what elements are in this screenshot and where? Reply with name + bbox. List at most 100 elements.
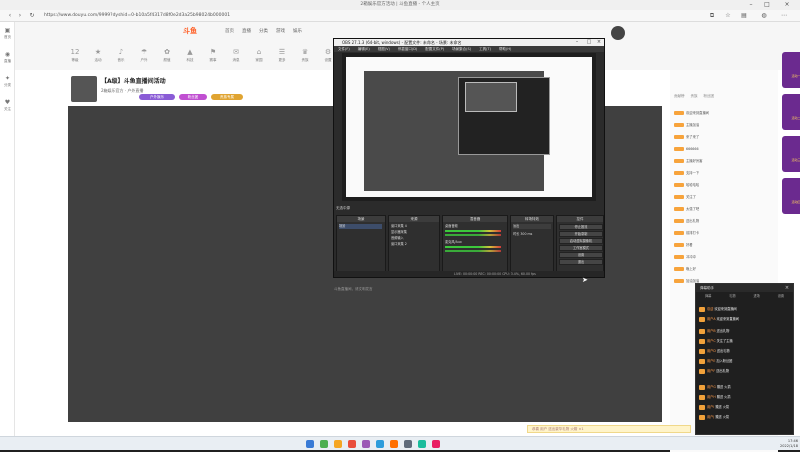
overlay-tab[interactable]: 礼物 xyxy=(729,292,735,300)
obs-menu-item[interactable]: 场景集合(S) xyxy=(452,46,471,52)
user-avatar[interactable] xyxy=(611,26,625,40)
maximize-icon[interactable]: □ xyxy=(760,1,774,9)
favorites-icon[interactable]: ☆ xyxy=(724,12,732,20)
topnav-item[interactable]: 娱乐 xyxy=(293,28,302,36)
source-item[interactable]: 音频输入 xyxy=(391,236,436,241)
obs-menu-item[interactable]: 配置文件(P) xyxy=(425,46,444,52)
promo-card[interactable]: 活动一 xyxy=(782,52,800,88)
exit-button[interactable]: 退出 xyxy=(559,259,603,265)
menu-icon[interactable]: ⋯ xyxy=(780,12,788,20)
obs-menu-item[interactable]: 停靠窗口(D) xyxy=(398,46,417,52)
promo-card[interactable]: 活动三 xyxy=(782,136,800,172)
topnav-item[interactable]: 直播 xyxy=(242,28,251,36)
sidebar-item-live[interactable]: ◉ 直播 xyxy=(1,50,14,66)
app-icon[interactable] xyxy=(432,440,440,448)
forward-icon[interactable]: › xyxy=(16,12,24,20)
dock-title: 来源 xyxy=(389,216,439,222)
edge-icon[interactable] xyxy=(334,440,342,448)
chat-line: 支持一下 xyxy=(674,170,774,176)
promo-card[interactable]: 活动二 xyxy=(782,94,800,130)
danmaku-overlay[interactable]: 弹幕助手 × 弹幕 礼物 进场 设置 欢迎 欢迎来到直播间 用户A 欢迎来到直播… xyxy=(695,283,794,435)
search-icon[interactable] xyxy=(320,440,328,448)
obs-window[interactable]: OBS 27.1.3 (64-bit, windows) - 配置文件: 未命名… xyxy=(333,38,605,278)
source-item[interactable]: 窗口采集 4 xyxy=(391,224,436,229)
sidebar-item-category[interactable]: ✦ 分类 xyxy=(1,74,14,90)
source-item[interactable]: 显示器采集 xyxy=(391,230,436,235)
minimize-icon[interactable]: – xyxy=(744,1,758,9)
room-meta: 2箱娱乐官方 · 户外直播 xyxy=(101,88,144,93)
close-icon[interactable]: × xyxy=(780,1,794,9)
site-logo[interactable]: 斗鱼 xyxy=(183,26,213,38)
obs-menu-item[interactable]: 视图(V) xyxy=(378,46,390,52)
obs-menu-item[interactable]: 帮助(H) xyxy=(499,46,511,52)
subnav-item[interactable]: ✉ 消息 xyxy=(226,46,246,68)
subnav-item[interactable]: ♛ 贵族 xyxy=(295,46,315,68)
app-icon[interactable] xyxy=(418,440,426,448)
topnav-item[interactable]: 首页 xyxy=(225,28,234,36)
subnav-item[interactable]: ★ 活动 xyxy=(88,46,108,68)
sidebar-item-follow[interactable]: ♥ 关注 xyxy=(1,98,14,114)
promo-card[interactable]: 活动四 xyxy=(782,178,800,214)
extensions-icon[interactable]: ⧉ xyxy=(708,12,716,20)
tab-noble[interactable]: 贵族 xyxy=(691,94,698,102)
subnav-item[interactable]: ☂ 户外 xyxy=(134,46,154,68)
start-recording-button[interactable]: 开始录制 xyxy=(559,231,603,237)
topnav-item[interactable]: 游戏 xyxy=(276,28,285,36)
folder-icon[interactable] xyxy=(348,440,356,448)
app-icon[interactable] xyxy=(376,440,384,448)
overlay-tab[interactable]: 进场 xyxy=(753,292,759,300)
tab-contribution[interactable]: 贡献榜 xyxy=(674,94,685,102)
stop-stream-button[interactable]: 停止推流 xyxy=(559,224,603,230)
heart-icon: ♥ xyxy=(4,99,11,106)
app-icon[interactable] xyxy=(390,440,398,448)
chat-line: 冲冲冲 xyxy=(674,254,774,260)
category-icon: ✦ xyxy=(4,75,11,82)
subnav-item[interactable]: ✿ 颜值 xyxy=(157,46,177,68)
obs-menu-item[interactable]: 工具(T) xyxy=(479,46,491,52)
obs-menu-item[interactable]: 编辑(E) xyxy=(358,46,370,52)
subnav-item[interactable]: ▲ 科技 xyxy=(180,46,200,68)
obs-icon[interactable] xyxy=(404,440,412,448)
overlay-line: 用户D 送出礼物 xyxy=(699,348,791,355)
url-field[interactable]: https://www.douyu.com/9999?dyshid=0-b10a… xyxy=(44,12,644,20)
room-tag[interactable]: 户外娱乐 xyxy=(139,94,175,100)
subnav-item[interactable]: ☰ 更多 xyxy=(272,46,292,68)
subnav-item[interactable]: ⚑ 赛事 xyxy=(203,46,223,68)
overlay-tab[interactable]: 设置 xyxy=(778,292,784,300)
virtual-camera-button[interactable]: 启动虚拟摄像机 xyxy=(559,238,603,244)
studio-mode-button[interactable]: 工作室模式 xyxy=(559,245,603,251)
room-tag[interactable]: 贵族专属 xyxy=(211,94,243,100)
start-icon[interactable] xyxy=(306,440,314,448)
back-icon[interactable]: ‹ xyxy=(6,12,14,20)
subnav-item[interactable]: 12 等级 xyxy=(65,46,85,68)
dock-scenes: 场景 场景 xyxy=(336,215,386,273)
topnav-item[interactable]: 分类 xyxy=(259,28,268,36)
obs-statusbar: LIVE: 00:00:00 REC: 00:00:00 CPU: 3.4%, … xyxy=(334,271,604,277)
profile-icon[interactable]: ◍ xyxy=(760,12,768,20)
obs-close-icon[interactable]: × xyxy=(592,39,606,46)
subnav-item[interactable]: ⌂ 家园 xyxy=(249,46,269,68)
settings-button[interactable]: 设置 xyxy=(559,252,603,258)
dock-sources: 来源 窗口采集 4 显示器采集 音频输入 窗口采集 2 xyxy=(388,215,440,273)
room-tag[interactable]: 粉丝团 xyxy=(179,94,207,100)
sidebar-item-home[interactable]: ▣ 首页 xyxy=(1,26,14,42)
streamer-avatar[interactable] xyxy=(71,76,97,102)
store-icon[interactable] xyxy=(362,440,370,448)
volume-slider[interactable] xyxy=(445,234,501,236)
subnav-item[interactable]: ♪ 音乐 xyxy=(111,46,131,68)
overlay-line: 用户C 关注了主播 xyxy=(699,338,791,345)
obs-menu-item[interactable]: 文件(F) xyxy=(338,46,350,52)
collections-icon[interactable]: ▤ xyxy=(740,12,748,20)
refresh-icon[interactable]: ↻ xyxy=(28,12,36,20)
clock[interactable]: 17:46 2022/1/18 xyxy=(772,439,798,449)
volume-slider[interactable] xyxy=(445,250,501,252)
tab-fans[interactable]: 粉丝团 xyxy=(704,94,715,102)
source-item[interactable]: 窗口采集 2 xyxy=(391,242,436,247)
transition-duration[interactable]: 时长 300 ms xyxy=(513,232,551,237)
chat-line: 太强了吧 xyxy=(674,206,774,212)
transition-select[interactable]: 淡出 xyxy=(513,224,551,229)
overlay-close-icon[interactable]: × xyxy=(780,284,794,292)
scene-item[interactable]: 场景 xyxy=(339,224,383,229)
overlay-tab[interactable]: 弹幕 xyxy=(705,292,711,300)
obs-preview[interactable] xyxy=(342,53,596,201)
